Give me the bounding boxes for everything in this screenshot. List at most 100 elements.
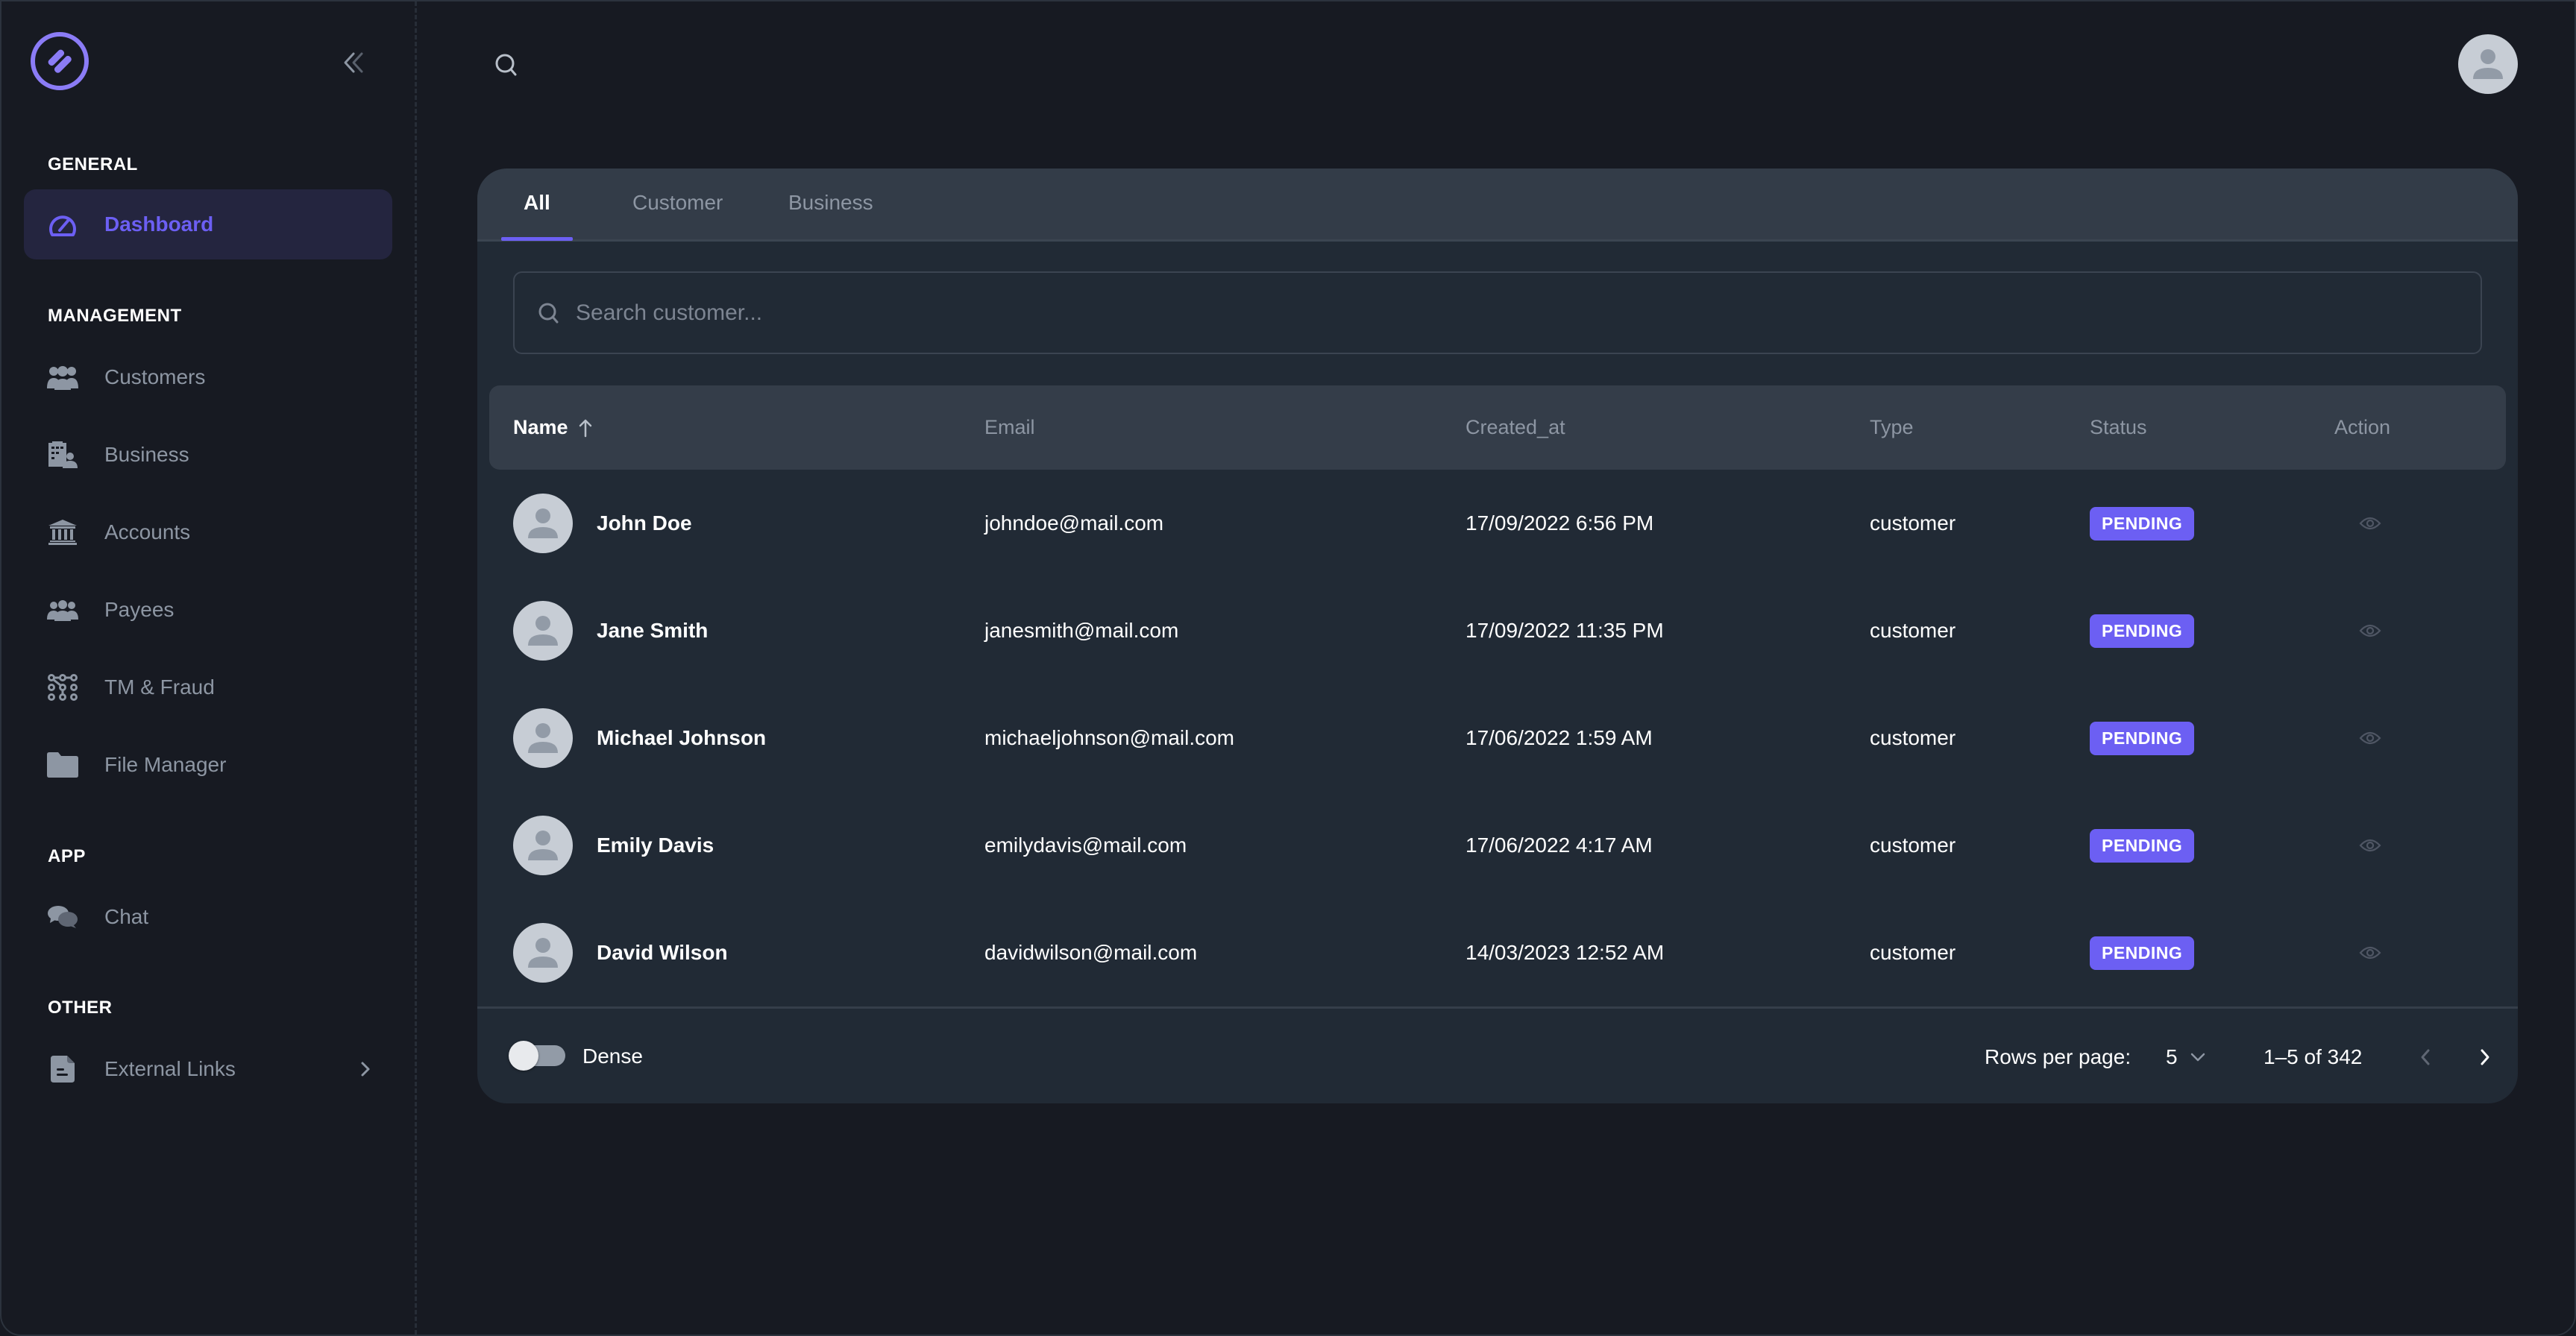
cell-email: emilydavis@mail.com bbox=[984, 834, 1187, 857]
eye-icon[interactable] bbox=[2359, 729, 2381, 747]
dense-toggle[interactable] bbox=[509, 1041, 565, 1072]
table-row[interactable]: Michael Johnson michaeljohnson@mail.com 17… bbox=[477, 684, 2518, 792]
speedometer-icon bbox=[46, 209, 79, 239]
cell-status: PENDING bbox=[2090, 899, 2195, 1006]
avatar-icon bbox=[513, 494, 573, 553]
cell-action bbox=[2359, 684, 2381, 792]
sidebar-item-label: Payees bbox=[104, 598, 175, 621]
column-header-label: Name bbox=[513, 416, 568, 438]
column-header-name[interactable]: Name bbox=[513, 385, 594, 470]
sidebar-item-label: TM & Fraud bbox=[104, 675, 215, 699]
sidebar-item-label: Accounts bbox=[104, 520, 191, 543]
cell-name: John Doe bbox=[597, 511, 692, 535]
avatar-icon bbox=[513, 601, 573, 661]
search-icon bbox=[538, 303, 559, 324]
avatar-icon bbox=[513, 816, 573, 875]
cell-created-at: 17/09/2022 6:56 PM bbox=[1466, 511, 1654, 535]
people-icon bbox=[46, 595, 79, 625]
chevron-right-icon bbox=[2481, 1049, 2489, 1065]
avatar-icon bbox=[513, 923, 573, 983]
status-badge: PENDING bbox=[2090, 828, 2195, 863]
document-icon bbox=[46, 1054, 79, 1084]
tab-all[interactable]: All bbox=[524, 191, 550, 242]
rows-per-page-select[interactable]: 5 bbox=[2166, 1039, 2206, 1075]
table-row[interactable]: Jane Smith janesmith@mail.com 17/09/2022 1… bbox=[477, 577, 2518, 684]
rows-per-page-label: Rows per page: bbox=[1985, 1045, 2132, 1068]
eye-icon[interactable] bbox=[2359, 514, 2381, 532]
nav-section-app: APP bbox=[48, 846, 86, 866]
status-badge: PENDING bbox=[2090, 614, 2195, 648]
tab-customer[interactable]: Customer bbox=[632, 191, 723, 242]
avatar-icon bbox=[513, 708, 573, 768]
column-header-status[interactable]: Status bbox=[2090, 385, 2147, 470]
chevron-right-icon bbox=[361, 1062, 370, 1077]
table-row[interactable]: Emily Davis emilydavis@mail.com 17/06/2022… bbox=[477, 792, 2518, 899]
cell-type: customer bbox=[1870, 619, 1956, 642]
sidebar-item-label: Customers bbox=[104, 365, 206, 388]
sidebar-item-tm-fraud[interactable]: TM & Fraud bbox=[24, 652, 392, 722]
cell-action bbox=[2359, 577, 2381, 684]
bank-icon bbox=[46, 517, 79, 547]
sidebar-item-label: Business bbox=[104, 443, 189, 466]
cell-created-at: 14/03/2023 12:52 AM bbox=[1466, 941, 1665, 964]
status-badge: PENDING bbox=[2090, 506, 2195, 541]
eye-icon[interactable] bbox=[2359, 622, 2381, 640]
cell-name: Michael Johnson bbox=[597, 726, 767, 749]
nav-section-management: MANAGEMENT bbox=[48, 306, 182, 326]
eye-icon[interactable] bbox=[2359, 944, 2381, 962]
brand-logo-icon[interactable] bbox=[30, 31, 89, 91]
cell-email: davidwilson@mail.com bbox=[984, 941, 1198, 964]
cell-email: michaeljohnson@mail.com bbox=[984, 726, 1235, 749]
cell-type: customer bbox=[1870, 941, 1956, 964]
pagination-range: 1–5 of 342 bbox=[2264, 1045, 2363, 1068]
status-badge: PENDING bbox=[2090, 721, 2195, 755]
cell-name: Jane Smith bbox=[597, 619, 709, 642]
network-nodes-icon bbox=[46, 672, 79, 702]
sidebar-item-label: Chat bbox=[104, 905, 149, 928]
cell-email: janesmith@mail.com bbox=[984, 619, 1179, 642]
column-header-type[interactable]: Type bbox=[1870, 385, 1914, 470]
user-avatar-icon[interactable] bbox=[2458, 34, 2518, 94]
cell-status: PENDING bbox=[2090, 792, 2195, 899]
sidebar-item-payees[interactable]: Payees bbox=[24, 575, 392, 645]
next-page-button[interactable] bbox=[2469, 1041, 2501, 1074]
eye-icon[interactable] bbox=[2359, 836, 2381, 854]
search-input[interactable] bbox=[576, 273, 2440, 353]
cell-status: PENDING bbox=[2090, 577, 2195, 684]
tab-bar: All Customer Business bbox=[477, 168, 2518, 242]
cell-name: Emily Davis bbox=[597, 834, 714, 857]
sidebar-item-chat[interactable]: Chat bbox=[24, 882, 392, 952]
cell-action bbox=[2359, 470, 2381, 577]
sidebar-item-accounts[interactable]: Accounts bbox=[24, 497, 392, 567]
column-header-email[interactable]: Email bbox=[984, 385, 1035, 470]
cell-status: PENDING bbox=[2090, 684, 2195, 792]
table-row[interactable]: David Wilson davidwilson@mail.com 14/03/20… bbox=[477, 899, 2518, 1006]
sidebar: GENERAL Dashboard MANAGEMENT Customers B… bbox=[1, 1, 417, 1335]
sidebar-item-file-manager[interactable]: File Manager bbox=[24, 730, 392, 800]
cell-created-at: 17/09/2022 11:35 PM bbox=[1466, 619, 1664, 642]
sidebar-item-dashboard[interactable]: Dashboard bbox=[24, 189, 392, 259]
cell-type: customer bbox=[1870, 834, 1956, 857]
sidebar-item-label: File Manager bbox=[104, 753, 227, 776]
chat-bubbles-icon bbox=[46, 902, 79, 932]
users-group-icon bbox=[46, 362, 79, 392]
sort-ascending-icon bbox=[579, 419, 591, 437]
cell-email: johndoe@mail.com bbox=[984, 511, 1164, 535]
chevrons-left-icon[interactable] bbox=[339, 48, 368, 78]
chevron-down-icon bbox=[2190, 1053, 2205, 1062]
column-header-created-at[interactable]: Created_at bbox=[1466, 385, 1565, 470]
app-window: GENERAL Dashboard MANAGEMENT Customers B… bbox=[0, 0, 2576, 1336]
table-row[interactable]: John Doe johndoe@mail.com 17/09/2022 6:56 … bbox=[477, 470, 2518, 577]
search-field[interactable] bbox=[513, 271, 2482, 354]
nav-section-other: OTHER bbox=[48, 998, 113, 1018]
sidebar-item-customers[interactable]: Customers bbox=[24, 342, 392, 412]
tab-business[interactable]: Business bbox=[788, 191, 873, 242]
previous-page-button[interactable] bbox=[2409, 1041, 2442, 1074]
cell-action bbox=[2359, 899, 2381, 1006]
sidebar-item-external-links[interactable]: External Links bbox=[24, 1034, 392, 1104]
sidebar-item-business[interactable]: Business bbox=[24, 420, 392, 490]
sidebar-item-label: External Links bbox=[104, 1057, 236, 1080]
active-tab-indicator bbox=[501, 237, 573, 241]
search-icon[interactable] bbox=[491, 49, 522, 81]
chevron-left-icon bbox=[2421, 1049, 2430, 1065]
